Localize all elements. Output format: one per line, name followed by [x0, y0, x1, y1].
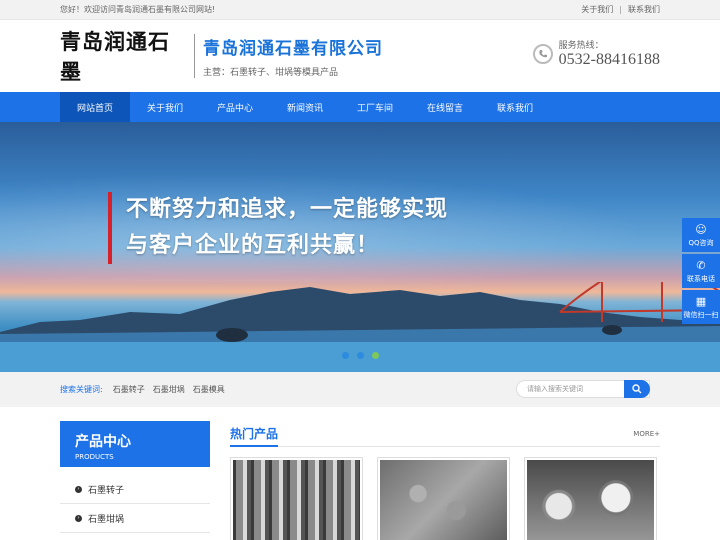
phone-ring-icon: ✆ — [696, 258, 706, 272]
slogan-line-2: 与客户企业的互利共赢！ — [126, 233, 380, 258]
product-image[interactable] — [380, 460, 507, 540]
header-divider — [194, 34, 195, 78]
phone-contact-button[interactable]: ✆ 联系电话 — [682, 254, 720, 288]
product-card[interactable] — [377, 457, 510, 540]
qq-label: QQ咨询 — [688, 238, 714, 247]
sidebar-title-en: PRODUCTS — [75, 453, 114, 461]
carousel-dot-2[interactable] — [357, 352, 364, 359]
top-links: 关于我们 | 联系我们 — [581, 4, 660, 15]
sidebar-header: 产品中心 PRODUCTS — [60, 421, 210, 467]
top-bar: 您好！欢迎访问青岛润通石墨有限公司网站! 关于我们 | 联系我们 — [0, 0, 720, 20]
header: 青岛润通石墨 青岛润通石墨有限公司 主营：石墨转子、坩埚等模具产品 服务热线： … — [0, 20, 720, 92]
nav-home[interactable]: 网站首页 — [60, 92, 130, 122]
sidebar-title: 产品中心 — [75, 434, 131, 450]
qq-icon: ☺ — [695, 222, 707, 236]
qrcode-icon: ▦ — [695, 294, 707, 308]
nav-news[interactable]: 新闻资讯 — [270, 92, 340, 122]
carousel-dot-3[interactable] — [372, 352, 379, 359]
sidebar: 产品中心 PRODUCTS › 石墨转子 › 石墨坩埚 — [60, 421, 210, 540]
nav-contact[interactable]: 联系我们 — [480, 92, 550, 122]
nav-about[interactable]: 关于我们 — [130, 92, 200, 122]
slogan-line-1: 不断努力和追求，一定能够实现 — [126, 197, 449, 222]
content-area: 产品中心 PRODUCTS › 石墨转子 › 石墨坩埚 热门产品 MORE+ — [0, 421, 720, 540]
main-nav: 网站首页 关于我们 产品中心 新闻资讯 工厂车间 在线留言 联系我们 — [0, 92, 720, 122]
chevron-right-icon: › — [75, 514, 82, 522]
hotline-label: 服务热线： — [558, 41, 604, 51]
main-business: 主营：石墨转子、坩埚等模具产品 — [203, 68, 339, 78]
product-card[interactable] — [524, 457, 657, 540]
contact-link[interactable]: 联系我们 — [628, 4, 660, 15]
product-image[interactable] — [233, 460, 360, 540]
keyword-link[interactable]: 石墨转子 — [113, 384, 145, 395]
nav-products[interactable]: 产品中心 — [200, 92, 270, 122]
qq-consult-button[interactable]: ☺ QQ咨询 — [682, 218, 720, 252]
sidebar-item-graphite-crucible[interactable]: › 石墨坩埚 — [60, 504, 210, 533]
nav-factory[interactable]: 工厂车间 — [340, 92, 410, 122]
logo[interactable]: 青岛润通石墨 — [60, 26, 188, 86]
keyword-link[interactable]: 石墨模具 — [193, 384, 225, 395]
search-bar: 搜索关键词: 石墨转子 石墨坩埚 石墨模具 请输入搜索关键词 — [0, 372, 720, 407]
carousel-dot-1[interactable] — [342, 352, 349, 359]
company-name: 青岛润通石墨有限公司 — [203, 39, 383, 59]
brand-block: 青岛润通石墨有限公司 主营：石墨转子、坩埚等模具产品 — [203, 34, 383, 78]
banner-slogan: 不断努力和追求，一定能够实现 与客户企业的互利共赢！ — [108, 192, 448, 264]
welcome-text: 您好！欢迎访问青岛润通石墨有限公司网站! — [60, 5, 216, 14]
sidebar-item-label: 石墨转子 — [88, 485, 125, 496]
hot-products-title: 热门产品 — [230, 427, 279, 441]
product-grid — [230, 457, 660, 540]
hotline-number: 0532-88416188 — [558, 51, 660, 68]
phone-icon — [532, 43, 553, 64]
hotline: 服务热线： 0532-88416188 — [532, 38, 660, 69]
search-icon — [632, 384, 642, 394]
nav-message[interactable]: 在线留言 — [410, 92, 480, 122]
wechat-scan-button[interactable]: ▦ 微信扫一扫 — [682, 290, 720, 324]
chevron-right-icon: › — [75, 485, 82, 493]
hot-products-section: 热门产品 MORE+ — [230, 421, 660, 540]
top-separator: | — [619, 5, 622, 14]
hot-products-header: 热门产品 MORE+ — [230, 421, 660, 447]
product-card[interactable] — [230, 457, 363, 540]
about-link[interactable]: 关于我们 — [581, 4, 613, 15]
hero-banner[interactable]: 不断努力和追求，一定能够实现 与客户企业的互利共赢！ — [0, 122, 720, 372]
search-button[interactable] — [624, 380, 650, 398]
sidebar-item-graphite-rotor[interactable]: › 石墨转子 — [60, 475, 210, 504]
wechat-label: 微信扫一扫 — [683, 310, 719, 319]
product-image[interactable] — [527, 460, 654, 540]
floating-contact-bar: ☺ QQ咨询 ✆ 联系电话 ▦ 微信扫一扫 — [682, 218, 720, 324]
phone-contact-label: 联系电话 — [687, 274, 715, 283]
carousel-dots — [342, 352, 379, 359]
keyword-link[interactable]: 石墨坩埚 — [153, 384, 185, 395]
more-link[interactable]: MORE+ — [633, 430, 660, 438]
sidebar-item-label: 石墨坩埚 — [88, 514, 125, 525]
search-keywords-label: 搜索关键词: — [60, 385, 103, 394]
